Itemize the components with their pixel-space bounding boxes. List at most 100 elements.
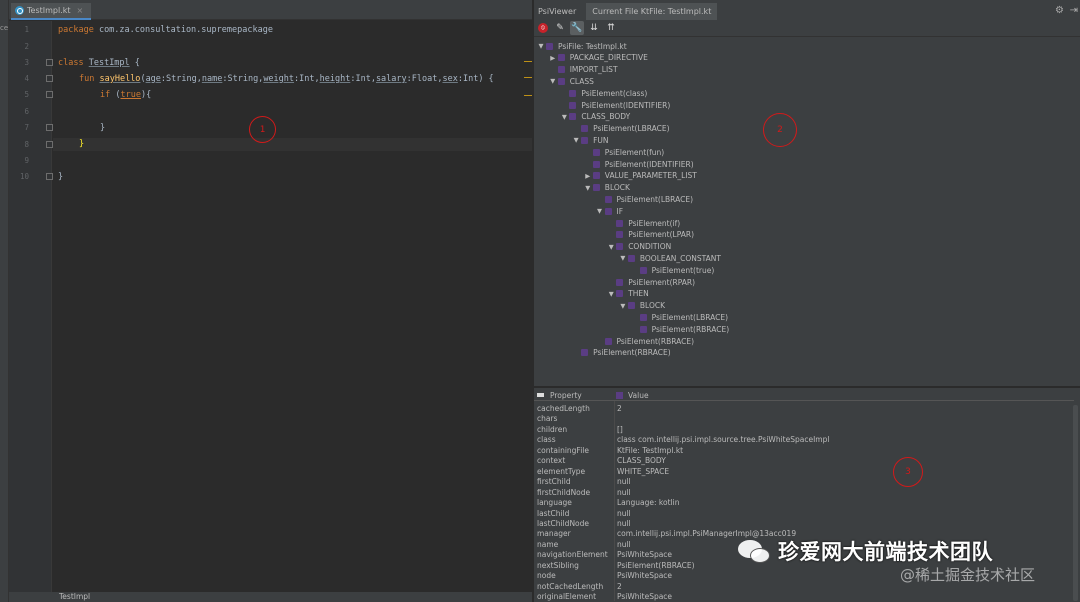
tree-node[interactable]: PsiElement(LBRACE) — [595, 193, 693, 205]
expand-arrow-icon[interactable]: ▼ — [571, 136, 581, 144]
psi-element-icon — [557, 54, 565, 62]
tree-node[interactable]: PsiElement(RPAR) — [606, 276, 695, 288]
fold-marker-icon[interactable] — [46, 141, 53, 148]
tree-node[interactable]: ▼ BLOCK — [583, 182, 630, 194]
code-editor[interactable]: package com.za.consultation.supremepacka… — [53, 21, 532, 592]
expand-arrow-icon[interactable]: ▶ — [548, 54, 558, 62]
tree-node[interactable]: PsiElement(fun) — [583, 146, 664, 158]
tree-node[interactable]: PsiElement(if) — [606, 217, 680, 229]
property-row[interactable]: containingFile KtFile: TestImpl.kt — [534, 445, 1074, 457]
left-tool-strip[interactable]: ce — [0, 0, 9, 602]
tree-node-label: VALUE_PARAMETER_LIST — [604, 171, 697, 181]
properties-icon[interactable]: 🔧 — [570, 21, 584, 35]
expand-arrow-icon[interactable]: ▼ — [618, 302, 628, 310]
column-value[interactable]: Value — [628, 391, 649, 400]
expand-arrow-icon[interactable]: ▼ — [618, 254, 628, 262]
tab-current-file[interactable]: Current File KtFile: TestImpl.kt — [586, 3, 718, 20]
tree-node[interactable]: ▼ BLOCK — [618, 300, 665, 312]
error-stripe-marker[interactable] — [524, 95, 532, 96]
column-divider[interactable] — [614, 401, 615, 601]
tree-node[interactable]: PsiElement(class) — [559, 87, 647, 99]
property-row[interactable]: children [] — [534, 424, 1074, 436]
tree-node-label: PsiElement(RBRACE) — [651, 324, 730, 334]
psi-element-icon — [592, 184, 600, 192]
tree-node[interactable]: PsiElement(IDENTIFIER) — [559, 99, 670, 111]
tree-node[interactable]: PsiElement(true) — [630, 264, 714, 276]
collapse-all-icon[interactable]: ⇈ — [604, 21, 618, 35]
tree-node[interactable]: ▼ PsiFile: TestImpl.kt — [536, 40, 627, 52]
error-stripe-marker[interactable] — [524, 77, 532, 78]
tree-node[interactable]: ▶ VALUE_PARAMETER_LIST — [583, 170, 697, 182]
property-value: PsiWhiteSpace — [617, 592, 673, 602]
expand-arrow-icon[interactable]: ▼ — [583, 184, 593, 192]
code-line-1: package com.za.consultation.supremepacka… — [58, 25, 273, 35]
hide-panel-icon[interactable]: ⇥ — [1070, 5, 1078, 16]
property-value: Language: kotlin — [617, 498, 680, 508]
property-value: WHITE_SPACE — [617, 466, 670, 476]
tree-node[interactable]: ▼ FUN — [571, 134, 609, 146]
property-row[interactable]: cachedLength 2 — [534, 404, 1074, 415]
fold-marker-icon[interactable] — [46, 91, 53, 98]
tree-node[interactable]: PsiElement(RBRACE) — [571, 347, 671, 359]
expand-arrow-icon[interactable]: ▼ — [606, 243, 616, 251]
expand-arrow-icon[interactable]: ▶ — [583, 172, 593, 180]
stop-icon[interactable]: ⦸ — [536, 21, 550, 35]
error-stripe-marker[interactable] — [524, 61, 532, 62]
psi-viewer-header: PsiViewer Current File KtFile: TestImpl.… — [534, 3, 1080, 20]
tree-node[interactable]: PsiElement(RBRACE) — [630, 323, 730, 335]
psi-viewer-title[interactable]: PsiViewer — [538, 7, 576, 16]
highlight-icon[interactable]: ✎ — [553, 21, 567, 35]
tree-node[interactable]: ▼ IF — [595, 205, 623, 217]
tree-node[interactable]: ▼ CONDITION — [606, 241, 672, 253]
tree-node[interactable]: PsiElement(LBRACE) — [630, 311, 728, 323]
expand-arrow-icon[interactable]: ▼ — [606, 290, 616, 298]
property-row[interactable]: context CLASS_BODY — [534, 456, 1074, 467]
property-row[interactable]: elementType WHITE_SPACE — [534, 466, 1074, 478]
expand-arrow-icon[interactable]: ▼ — [559, 113, 569, 121]
tab-testimpl[interactable]: TestImpl.kt × — [11, 3, 91, 20]
tree-node[interactable]: PsiElement(LBRACE) — [571, 123, 670, 135]
tree-node[interactable]: ▼ BOOLEAN_CONSTANT — [618, 252, 721, 264]
psi-element-icon — [592, 160, 600, 168]
property-row[interactable]: language Language: kotlin — [534, 498, 1074, 509]
tree-node[interactable]: PsiElement(IDENTIFIER) — [583, 158, 694, 170]
fold-marker-icon[interactable] — [46, 75, 53, 82]
tree-node-label: FUN — [593, 135, 609, 145]
property-row[interactable]: firstChildNode null — [534, 487, 1074, 499]
property-key: children — [537, 424, 568, 434]
fold-marker-icon[interactable] — [46, 124, 53, 131]
property-row[interactable]: class class com.intellij.psi.impl.source.… — [534, 435, 1074, 446]
expand-all-icon[interactable]: ⇊ — [587, 21, 601, 35]
line-number-gutter[interactable]: 1 2 3 4 5 6 7 8 9 10 — [9, 21, 53, 592]
psi-tree[interactable]: ▼ PsiFile: TestImpl.kt ▶ PACKAGE_DIRECTIVE I… — [534, 38, 1080, 386]
tab-close-icon[interactable]: × — [77, 6, 84, 15]
expand-arrow-icon[interactable]: ▼ — [548, 77, 558, 85]
fold-marker-icon[interactable] — [46, 59, 53, 66]
expand-arrow-icon[interactable]: ▼ — [536, 42, 546, 50]
fold-marker-icon[interactable] — [46, 173, 53, 180]
breadcrumb[interactable]: TestImpl — [53, 592, 532, 602]
tree-node[interactable]: PsiElement(LPAR) — [606, 229, 694, 241]
property-value: CLASS_BODY — [617, 456, 666, 466]
tree-node[interactable]: ▼ CLASS — [548, 75, 594, 87]
tree-node-label: BOOLEAN_CONSTANT — [639, 253, 721, 263]
tree-node[interactable]: IMPORT_LIST — [548, 64, 618, 76]
tree-node[interactable]: ▶ PACKAGE_DIRECTIVE — [548, 52, 648, 64]
tree-node[interactable]: PsiElement(RBRACE) — [595, 335, 694, 347]
tree-node-label: CLASS_BODY — [581, 112, 631, 122]
gear-icon[interactable]: ⚙ — [1055, 5, 1064, 16]
tree-node[interactable]: ▼ THEN — [606, 288, 649, 300]
column-property[interactable]: Property — [550, 391, 582, 400]
watermark-sub: @稀土掘金技术社区 — [900, 566, 1036, 584]
expand-arrow-icon[interactable]: ▼ — [595, 207, 605, 215]
current-line-highlight — [53, 138, 532, 151]
sort-icon[interactable] — [537, 393, 544, 397]
watermark-main: 珍爱网大前端技术团队 — [778, 540, 993, 564]
property-row[interactable]: chars — [534, 414, 1074, 425]
status-bar-left — [9, 592, 53, 602]
property-row[interactable]: firstChild null — [534, 477, 1074, 488]
psi-element-icon — [616, 290, 624, 298]
property-row[interactable]: lastChildNode null — [534, 519, 1074, 530]
tree-node[interactable]: ▼ CLASS_BODY — [559, 111, 630, 123]
property-row[interactable]: lastChild null — [534, 508, 1074, 519]
